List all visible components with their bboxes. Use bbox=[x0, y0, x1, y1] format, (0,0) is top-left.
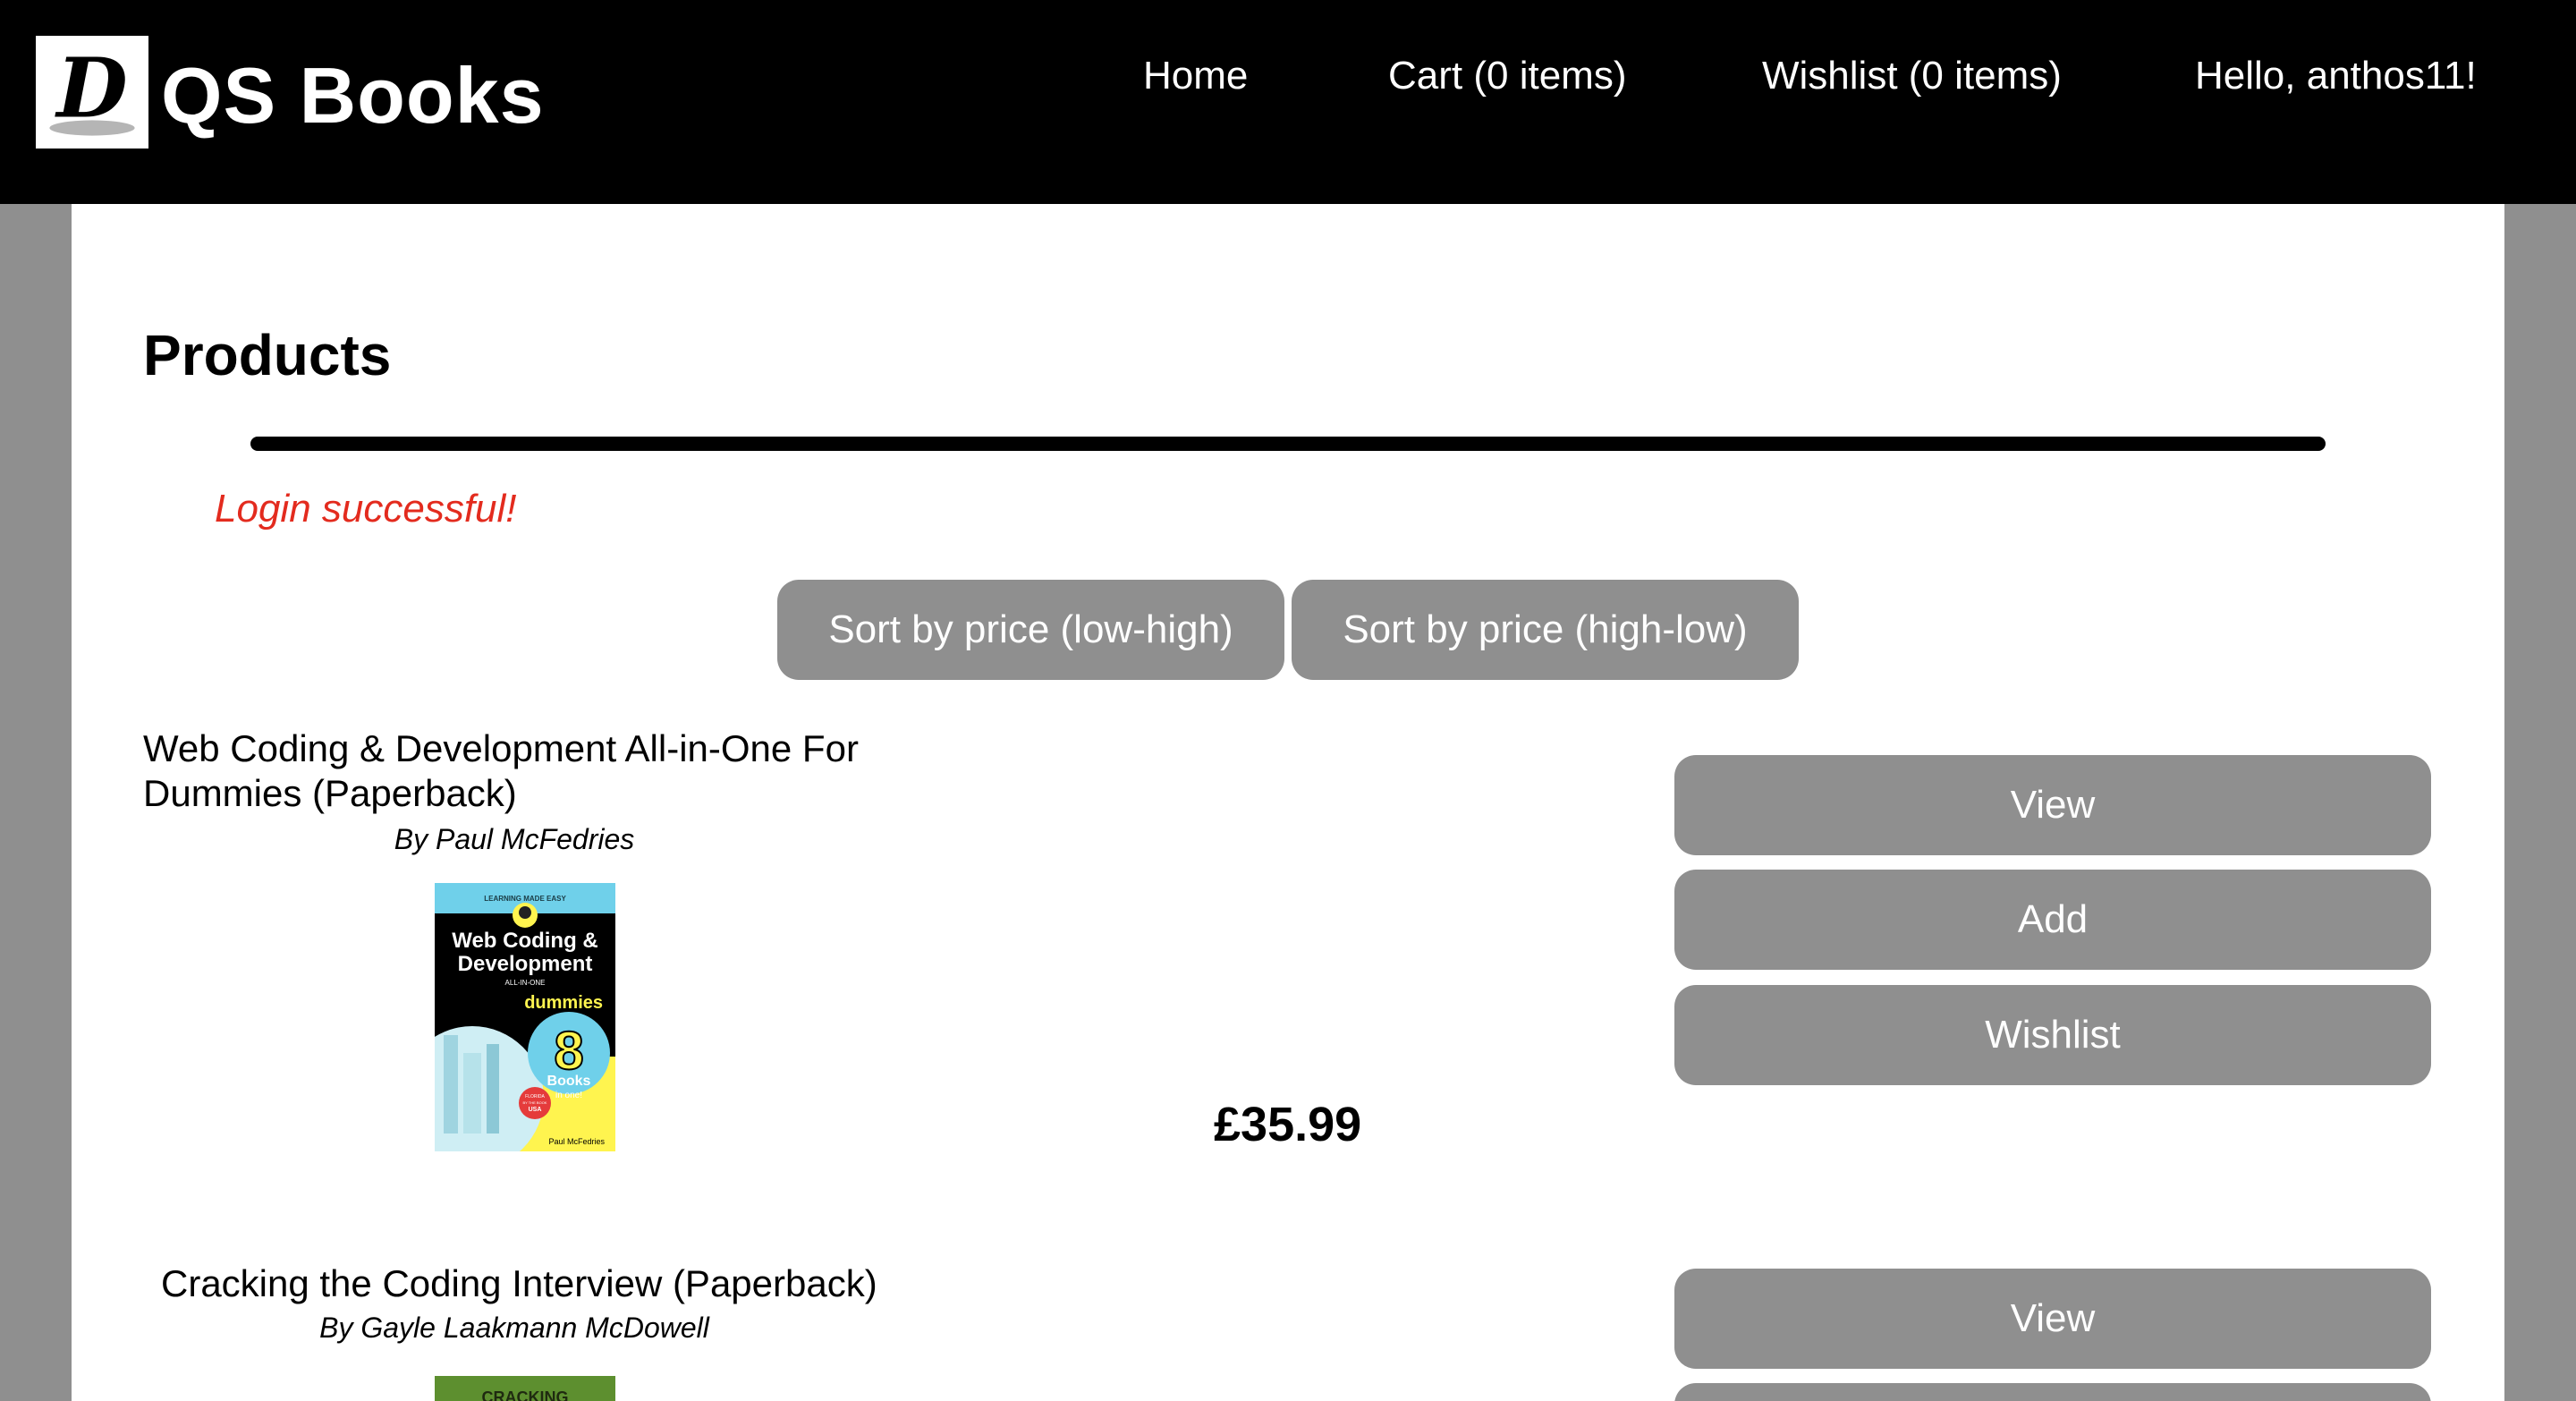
book-cover-image[interactable]: CRACKING bbox=[435, 1376, 615, 1401]
svg-text:LEARNING MADE EASY: LEARNING MADE EASY bbox=[484, 895, 566, 903]
title-divider bbox=[250, 437, 2326, 451]
logo-icon[interactable]: D bbox=[36, 36, 148, 149]
svg-text:D: D bbox=[54, 40, 127, 137]
svg-text:CRACKING: CRACKING bbox=[482, 1388, 569, 1401]
add-to-wishlist-button[interactable]: Wishlist bbox=[1674, 985, 2431, 1085]
content-panel: Products Login successful! Sort by price… bbox=[72, 204, 2504, 1401]
add-to-cart-button[interactable] bbox=[1674, 1383, 2431, 1401]
nav-home-link[interactable]: Home bbox=[1143, 54, 1248, 98]
svg-text:Development: Development bbox=[458, 952, 593, 976]
sort-high-low-button[interactable]: Sort by price (high-low) bbox=[1292, 580, 1799, 680]
product-title[interactable]: Web Coding & Development All-in-One For … bbox=[143, 726, 948, 816]
view-button[interactable]: View bbox=[1674, 1269, 2431, 1369]
brand-name[interactable]: QS Books bbox=[161, 50, 545, 141]
product-price: £35.99 bbox=[1214, 1098, 1362, 1151]
product-title[interactable]: Cracking the Coding Interview (Paperback… bbox=[161, 1261, 966, 1306]
svg-text:ALL-IN-ONE: ALL-IN-ONE bbox=[505, 979, 546, 987]
svg-text:Books: Books bbox=[547, 1074, 591, 1089]
view-button[interactable]: View bbox=[1674, 755, 2431, 855]
nav-greeting-link[interactable]: Hello, anthos11! bbox=[2195, 54, 2477, 98]
flash-message: Login successful! bbox=[215, 487, 517, 531]
svg-text:FLORIDA: FLORIDA bbox=[525, 1094, 545, 1100]
svg-text:dummies: dummies bbox=[524, 993, 603, 1013]
nav-cart-link[interactable]: Cart (0 items) bbox=[1388, 54, 1626, 98]
book-cover-image[interactable]: LEARNING MADE EASY Web Coding & Developm… bbox=[435, 883, 615, 1151]
product-author: By Paul McFedries bbox=[394, 823, 635, 855]
svg-text:Web Coding &: Web Coding & bbox=[452, 929, 598, 953]
add-to-cart-button[interactable]: Add bbox=[1674, 870, 2431, 970]
product-title-line2: Dummies (Paperback) bbox=[143, 772, 517, 814]
svg-text:BY THE BOOK: BY THE BOOK bbox=[523, 1100, 547, 1105]
svg-text:USA: USA bbox=[529, 1107, 542, 1113]
site-header: D QS Books Home Cart (0 items) Wishlist … bbox=[0, 0, 2576, 204]
nav-wishlist-link[interactable]: Wishlist (0 items) bbox=[1762, 54, 2062, 98]
page-title: Products bbox=[143, 323, 392, 387]
svg-text:in one!: in one! bbox=[555, 1091, 582, 1100]
product-title-line1: Web Coding & Development All-in-One For bbox=[143, 727, 859, 769]
svg-text:8: 8 bbox=[554, 1021, 583, 1081]
product-author: By Gayle Laakmann McDowell bbox=[319, 1312, 709, 1344]
sort-low-high-button[interactable]: Sort by price (low-high) bbox=[777, 580, 1284, 680]
svg-text:Paul McFedries: Paul McFedries bbox=[548, 1137, 605, 1146]
